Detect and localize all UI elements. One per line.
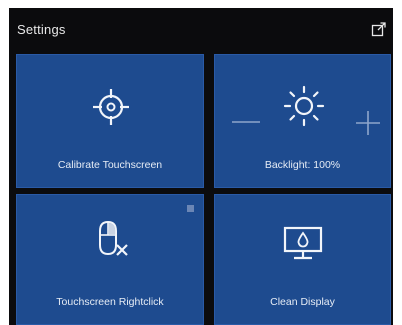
tile-label-rightclick: Touchscreen Rightclick — [56, 296, 164, 308]
tile-label-calibrate: Calibrate Touchscreen — [57, 159, 163, 171]
plus-icon[interactable] — [355, 110, 381, 136]
tile-label-clean: Clean Display — [270, 296, 335, 308]
backlight-tile: Backlight: 100% — [214, 54, 391, 188]
crosshair-target-icon — [93, 89, 129, 125]
tile-status-indicator — [187, 205, 194, 212]
calibrate-touchscreen-tile[interactable]: Calibrate Touchscreen — [16, 54, 204, 188]
mouse-disabled-icon — [99, 220, 128, 256]
open-in-new-window-icon[interactable] — [371, 21, 387, 37]
monitor-droplet-icon — [283, 226, 323, 260]
settings-window: Settings Calibrate Touchscreen Backlight… — [9, 8, 393, 325]
window-title: Settings — [17, 22, 66, 37]
sun-brightness-icon — [283, 85, 325, 127]
title-bar: Settings — [9, 8, 393, 54]
clean-display-tile[interactable]: Clean Display — [214, 194, 391, 325]
touchscreen-rightclick-tile[interactable]: Touchscreen Rightclick — [16, 194, 204, 325]
minus-icon[interactable] — [231, 119, 261, 125]
tile-label-backlight: Backlight: 100% — [264, 159, 341, 171]
